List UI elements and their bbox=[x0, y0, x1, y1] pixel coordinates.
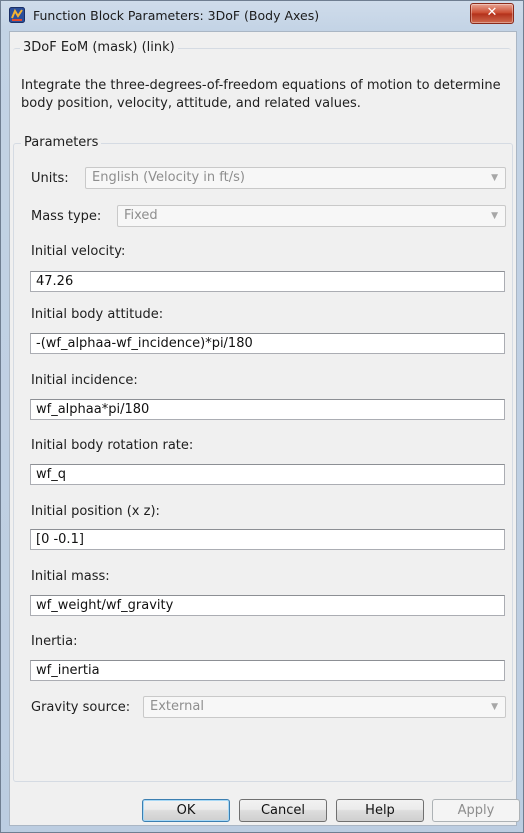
cancel-button[interactable]: Cancel bbox=[239, 799, 327, 822]
close-icon: ✕ bbox=[486, 5, 498, 20]
chevron-down-icon: ▼ bbox=[491, 173, 498, 183]
gravity-source-dropdown[interactable]: External ▼ bbox=[143, 696, 506, 718]
title-bar[interactable]: Function Block Parameters: 3DoF (Body Ax… bbox=[1, 1, 523, 31]
initial-body-attitude-field[interactable]: -(wf_alphaa-wf_incidence)*pi/180 bbox=[30, 333, 505, 354]
initial-body-rotation-rate-field[interactable]: wf_q bbox=[30, 464, 505, 485]
initial-incidence-label: Initial incidence: bbox=[31, 373, 138, 388]
mask-group-title: 3DoF EoM (mask) (link) bbox=[20, 40, 178, 55]
inertia-field[interactable]: wf_inertia bbox=[30, 660, 505, 681]
initial-body-rotation-rate-label: Initial body rotation rate: bbox=[31, 438, 194, 453]
gravity-source-value: External bbox=[150, 699, 204, 714]
chevron-down-icon: ▼ bbox=[491, 702, 498, 712]
parameters-group-title: Parameters bbox=[21, 135, 102, 150]
mass-type-dropdown[interactable]: Fixed ▼ bbox=[117, 205, 506, 227]
dialog-window: Function Block Parameters: 3DoF (Body Ax… bbox=[0, 0, 524, 833]
units-dropdown[interactable]: English (Velocity in ft/s) ▼ bbox=[85, 167, 506, 189]
initial-velocity-field[interactable]: 47.26 bbox=[30, 271, 505, 292]
units-label: Units: bbox=[31, 171, 69, 186]
initial-incidence-field[interactable]: wf_alphaa*pi/180 bbox=[30, 399, 505, 420]
simulink-app-icon bbox=[9, 7, 25, 23]
window-title: Function Block Parameters: 3DoF (Body Ax… bbox=[33, 8, 320, 23]
initial-mass-field[interactable]: wf_weight/wf_gravity bbox=[30, 595, 505, 616]
close-button[interactable]: ✕ bbox=[470, 3, 514, 24]
chevron-down-icon: ▼ bbox=[491, 211, 498, 221]
initial-position-label: Initial position (x z): bbox=[31, 504, 160, 519]
initial-position-field[interactable]: [0 -0.1] bbox=[30, 529, 505, 550]
apply-button[interactable]: Apply bbox=[432, 799, 520, 822]
ok-button[interactable]: OK bbox=[142, 799, 230, 822]
help-button[interactable]: Help bbox=[336, 799, 424, 822]
mass-type-label: Mass type: bbox=[31, 209, 102, 224]
initial-mass-label: Initial mass: bbox=[31, 569, 110, 584]
initial-velocity-label: Initial velocity: bbox=[31, 244, 126, 259]
gravity-source-label: Gravity source: bbox=[31, 700, 131, 715]
parameters-group: Parameters bbox=[13, 135, 513, 782]
initial-body-attitude-label: Initial body attitude: bbox=[31, 307, 164, 322]
mass-type-value: Fixed bbox=[124, 208, 158, 223]
units-value: English (Velocity in ft/s) bbox=[92, 170, 245, 185]
dialog-client-area: 3DoF EoM (mask) (link) Integrate the thr… bbox=[9, 31, 520, 826]
mask-description: Integrate the three-degrees-of-freedom e… bbox=[21, 78, 501, 111]
inertia-label: Inertia: bbox=[31, 634, 78, 649]
